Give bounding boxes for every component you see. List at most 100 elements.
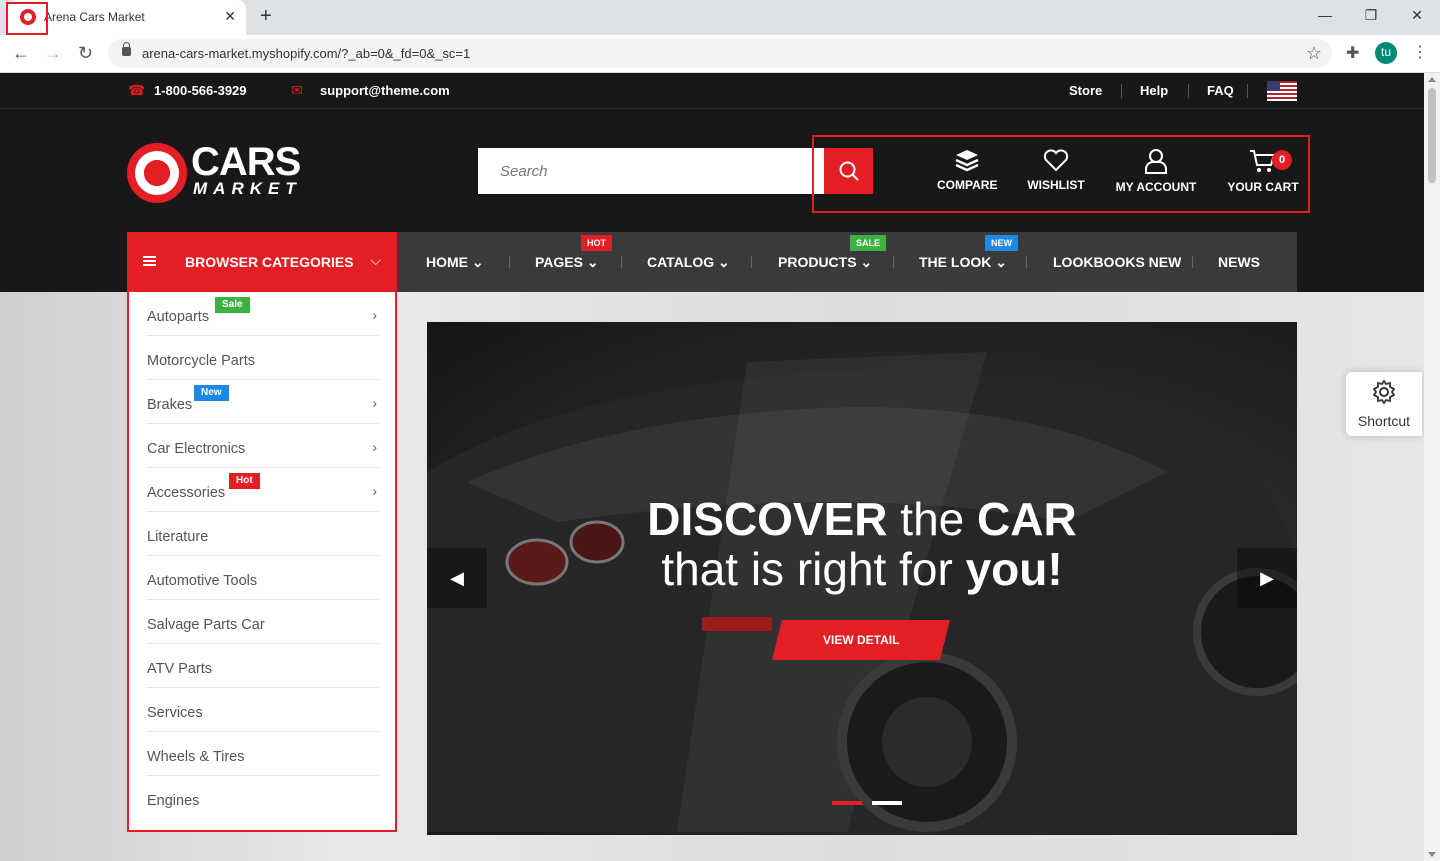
nav-label: HOME bbox=[426, 254, 468, 270]
profile-avatar[interactable]: tu bbox=[1375, 42, 1397, 64]
bookmark-star-icon[interactable]: ☆ bbox=[1306, 43, 1322, 64]
minimize-icon[interactable]: — bbox=[1302, 0, 1348, 32]
divider bbox=[621, 256, 622, 268]
hero-slider: DISCOVER the CAR that is right for you! … bbox=[427, 322, 1297, 835]
nav-item-the-look[interactable]: THE LOOK ⌄ bbox=[919, 254, 1007, 271]
nav-label: PAGES bbox=[535, 254, 583, 270]
browser-menu-icon[interactable]: ⋮ bbox=[1412, 42, 1428, 62]
category-label: Car Electronics bbox=[147, 441, 246, 457]
site-logo[interactable]: CARS MARKET bbox=[127, 140, 307, 203]
headline-bold-2: CAR bbox=[977, 493, 1077, 545]
category-label: Salvage Parts Car bbox=[147, 617, 265, 633]
compare-button[interactable]: COMPARE bbox=[937, 148, 997, 192]
nav-item-lookbooks-new[interactable]: LOOKBOOKS NEW bbox=[1053, 254, 1181, 270]
search-input[interactable] bbox=[478, 148, 824, 194]
reload-icon[interactable]: ↻ bbox=[78, 43, 93, 64]
hamburger-icon bbox=[143, 256, 156, 266]
back-icon[interactable]: ← bbox=[12, 43, 30, 64]
nav-item-products[interactable]: PRODUCTS ⌄ bbox=[778, 254, 872, 271]
topbar-link-help[interactable]: Help bbox=[1140, 83, 1168, 98]
divider bbox=[893, 256, 894, 268]
nav-item-catalog[interactable]: CATALOG ⌄ bbox=[647, 254, 730, 271]
wishlist-button[interactable]: WISHLIST bbox=[1026, 148, 1086, 192]
nav-item-news[interactable]: NEWS bbox=[1218, 254, 1260, 270]
category-label: ATV Parts bbox=[147, 661, 212, 677]
your-cart-label: YOUR CART bbox=[1227, 180, 1299, 194]
address-bar: ← → ↻ arena-cars-market.myshopify.com/?_… bbox=[0, 35, 1440, 73]
page-scrollbar[interactable] bbox=[1424, 73, 1440, 861]
phone-number[interactable]: 1-800-566-3929 bbox=[154, 83, 247, 98]
slider-next-arrow-icon[interactable]: ▶ bbox=[1237, 548, 1297, 608]
wheel-logo-icon bbox=[127, 143, 187, 203]
new-badge: New bbox=[194, 385, 229, 401]
browse-categories-toggle[interactable]: BROWSER CATEGORIES ⌵ bbox=[127, 232, 397, 292]
slider-prev-arrow-icon[interactable]: ◀ bbox=[427, 548, 487, 608]
my-account-button[interactable]: MY ACCOUNT bbox=[1113, 148, 1199, 194]
category-label: Motorcycle Parts bbox=[147, 353, 255, 369]
divider bbox=[1192, 256, 1193, 268]
category-item[interactable]: Services bbox=[147, 688, 379, 732]
topbar-link-faq[interactable]: FAQ bbox=[1207, 83, 1234, 98]
chevron-right-icon: › bbox=[372, 483, 377, 499]
divider bbox=[1188, 84, 1189, 98]
headline-normal-2: that is right for bbox=[661, 543, 966, 595]
restore-icon[interactable]: ❐ bbox=[1348, 0, 1394, 32]
support-email[interactable]: support@theme.com bbox=[320, 83, 450, 98]
gear-icon bbox=[1372, 380, 1396, 404]
browse-categories-label: BROWSER CATEGORIES bbox=[185, 254, 354, 270]
us-flag-icon[interactable] bbox=[1267, 81, 1297, 101]
nav-item-pages[interactable]: PAGES ⌄ bbox=[535, 254, 599, 271]
nav-label: PRODUCTS bbox=[778, 254, 857, 270]
category-item[interactable]: Wheels & Tires bbox=[147, 732, 379, 776]
new-tab-icon[interactable]: + bbox=[260, 5, 272, 28]
top-bar: ☎ 1-800-566-3929 ✉ support@theme.com Sto… bbox=[0, 73, 1424, 109]
close-tab-icon[interactable]: ✕ bbox=[224, 8, 236, 25]
window-controls: — ❐ ✕ bbox=[1302, 0, 1440, 32]
main-nav: HOME ⌄ HOT PAGES ⌄ CATALOG ⌄ SALE PRODUC… bbox=[397, 232, 1297, 292]
view-detail-button[interactable]: VIEW DETAIL bbox=[772, 620, 950, 660]
category-label: Services bbox=[147, 705, 203, 721]
site: ☎ 1-800-566-3929 ✉ support@theme.com Sto… bbox=[0, 73, 1424, 861]
category-label: Automotive Tools bbox=[147, 573, 258, 589]
category-item[interactable]: Car Electronics › bbox=[147, 424, 379, 468]
category-item[interactable]: Accessories Hot › bbox=[147, 468, 379, 512]
category-item[interactable]: Engines bbox=[147, 776, 379, 820]
chevron-down-icon: ⌵ bbox=[370, 252, 381, 268]
category-item[interactable]: Salvage Parts Car bbox=[147, 600, 379, 644]
headline-bold-3: you! bbox=[965, 543, 1063, 595]
lock-icon bbox=[122, 42, 131, 56]
hot-badge: HOT bbox=[581, 235, 612, 251]
chevron-right-icon: › bbox=[372, 395, 377, 411]
shortcut-button[interactable]: Shortcut bbox=[1346, 372, 1422, 436]
divider bbox=[1121, 84, 1122, 98]
url-field[interactable]: arena-cars-market.myshopify.com/?_ab=0&_… bbox=[108, 39, 1332, 68]
chevron-right-icon: › bbox=[372, 307, 377, 323]
topbar-link-store[interactable]: Store bbox=[1069, 83, 1102, 98]
extensions-icon[interactable]: ✚ bbox=[1346, 43, 1359, 63]
nav-label: THE LOOK bbox=[919, 254, 992, 270]
category-label: Wheels & Tires bbox=[147, 749, 245, 765]
mail-icon: ✉ bbox=[291, 82, 303, 98]
nav-label: CATALOG bbox=[647, 254, 715, 270]
scroll-down-icon[interactable] bbox=[1428, 852, 1436, 857]
close-window-icon[interactable]: ✕ bbox=[1394, 0, 1440, 32]
headline-normal: the bbox=[887, 493, 978, 545]
divider bbox=[751, 256, 752, 268]
category-item[interactable]: Brakes New › bbox=[147, 380, 379, 424]
headline-bold-1: DISCOVER bbox=[647, 493, 888, 545]
scroll-thumb[interactable] bbox=[1428, 88, 1436, 183]
slider-dot-active[interactable] bbox=[832, 801, 862, 805]
forward-icon[interactable]: → bbox=[44, 43, 62, 64]
sale-badge: Sale bbox=[215, 297, 250, 313]
category-item[interactable]: Literature bbox=[147, 512, 379, 556]
category-item[interactable]: Autoparts Sale › bbox=[147, 292, 379, 336]
category-item[interactable]: Motorcycle Parts bbox=[147, 336, 379, 380]
scroll-up-icon[interactable] bbox=[1428, 77, 1436, 82]
nav-item-home[interactable]: HOME ⌄ bbox=[426, 254, 484, 271]
user-icon bbox=[1145, 149, 1167, 174]
hot-badge: Hot bbox=[229, 473, 260, 489]
category-item[interactable]: Automotive Tools bbox=[147, 556, 379, 600]
category-item[interactable]: ATV Parts bbox=[147, 644, 379, 688]
slider-dot[interactable] bbox=[872, 801, 902, 805]
my-account-label: MY ACCOUNT bbox=[1115, 180, 1197, 194]
